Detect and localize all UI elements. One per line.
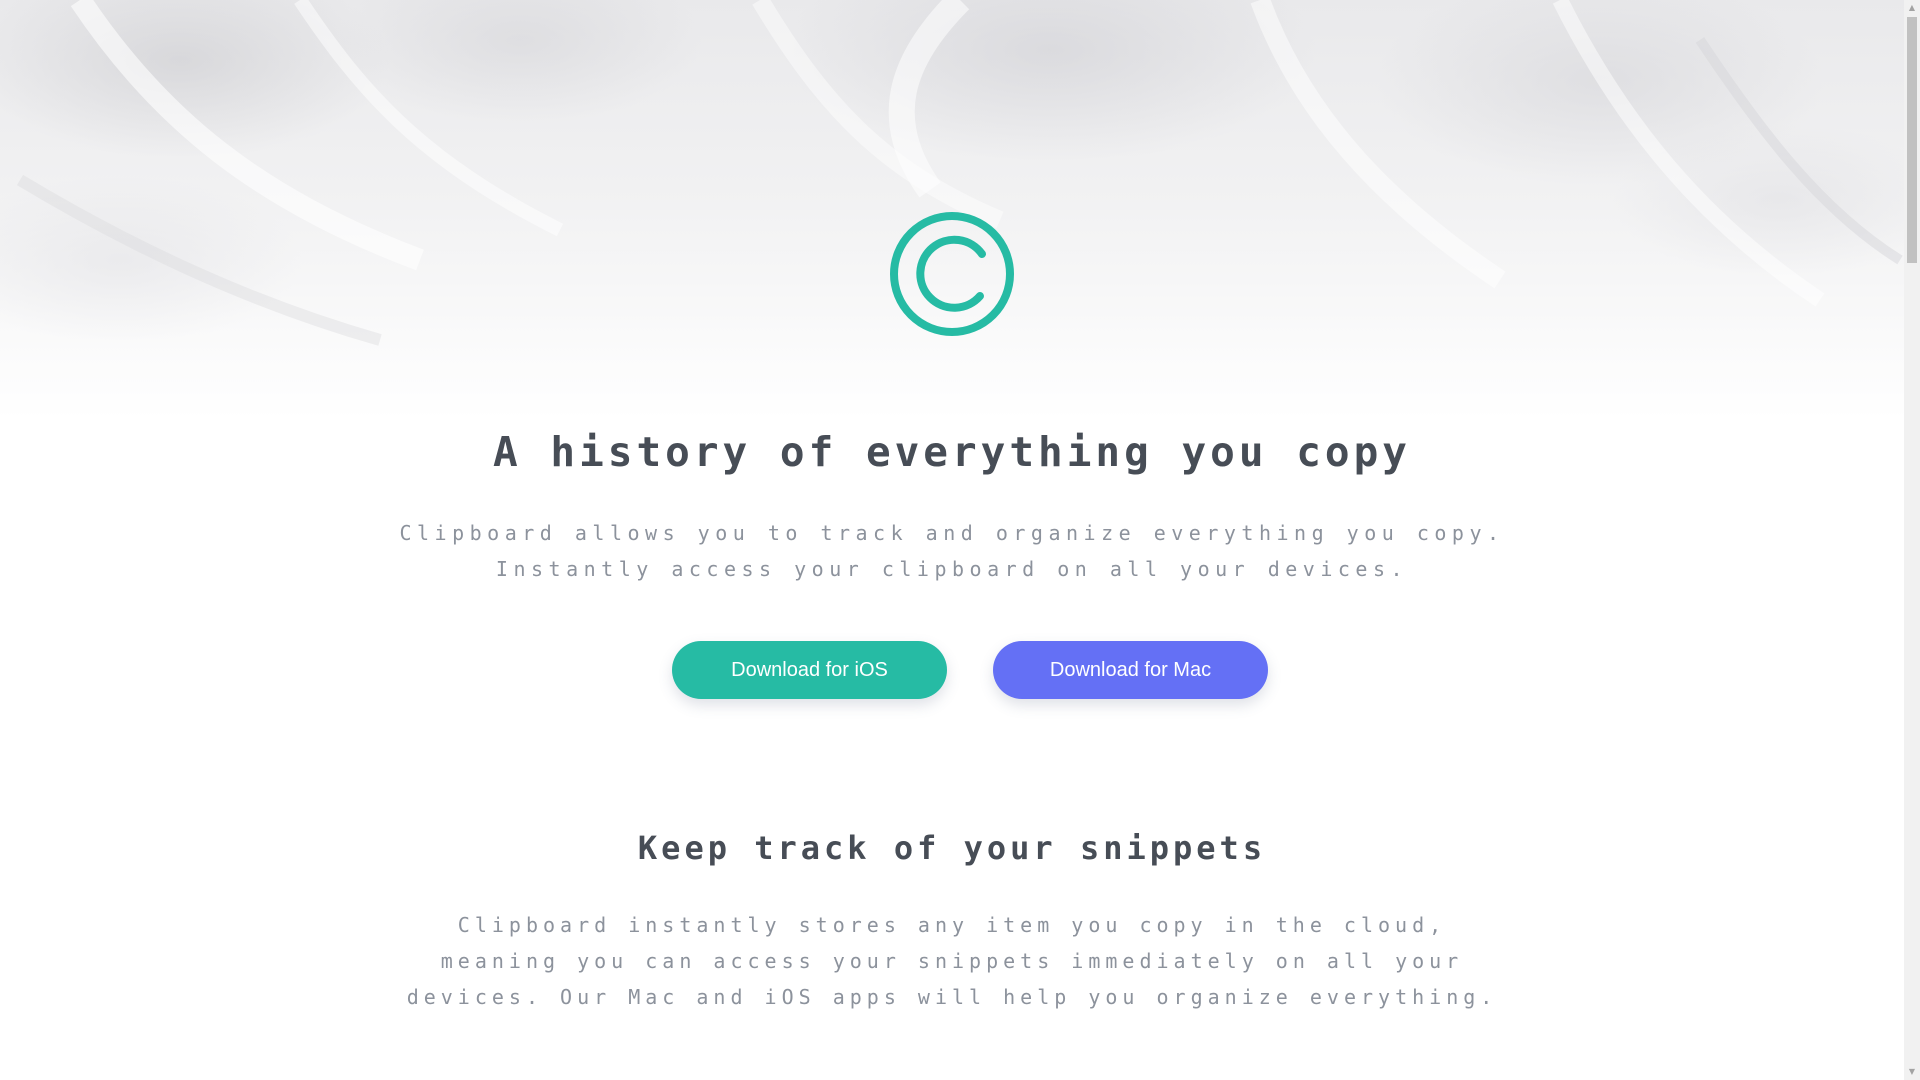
scrollbar-thumb[interactable] bbox=[1907, 17, 1917, 263]
download-mac-button[interactable]: Download for Mac bbox=[993, 641, 1268, 699]
scroll-up-arrow-icon[interactable]: ▲ bbox=[1904, 0, 1920, 16]
clipboard-c-icon bbox=[890, 212, 1014, 336]
hero-title: A history of everything you copy bbox=[493, 428, 1411, 476]
download-ios-button[interactable]: Download for iOS bbox=[672, 641, 947, 699]
hero-subtitle: Clipboard allows you to track and organi… bbox=[399, 521, 1505, 581]
scroll-down-arrow-icon[interactable]: ▼ bbox=[1904, 1064, 1920, 1080]
vertical-scrollbar[interactable]: ▲ ▼ bbox=[1904, 0, 1920, 1080]
snippets-text: Clipboard instantly stores any item you … bbox=[406, 913, 1498, 1009]
main-content: A history of everything you copy Clipboa… bbox=[0, 0, 1904, 1080]
snippets-title: Keep track of your snippets bbox=[637, 829, 1267, 867]
